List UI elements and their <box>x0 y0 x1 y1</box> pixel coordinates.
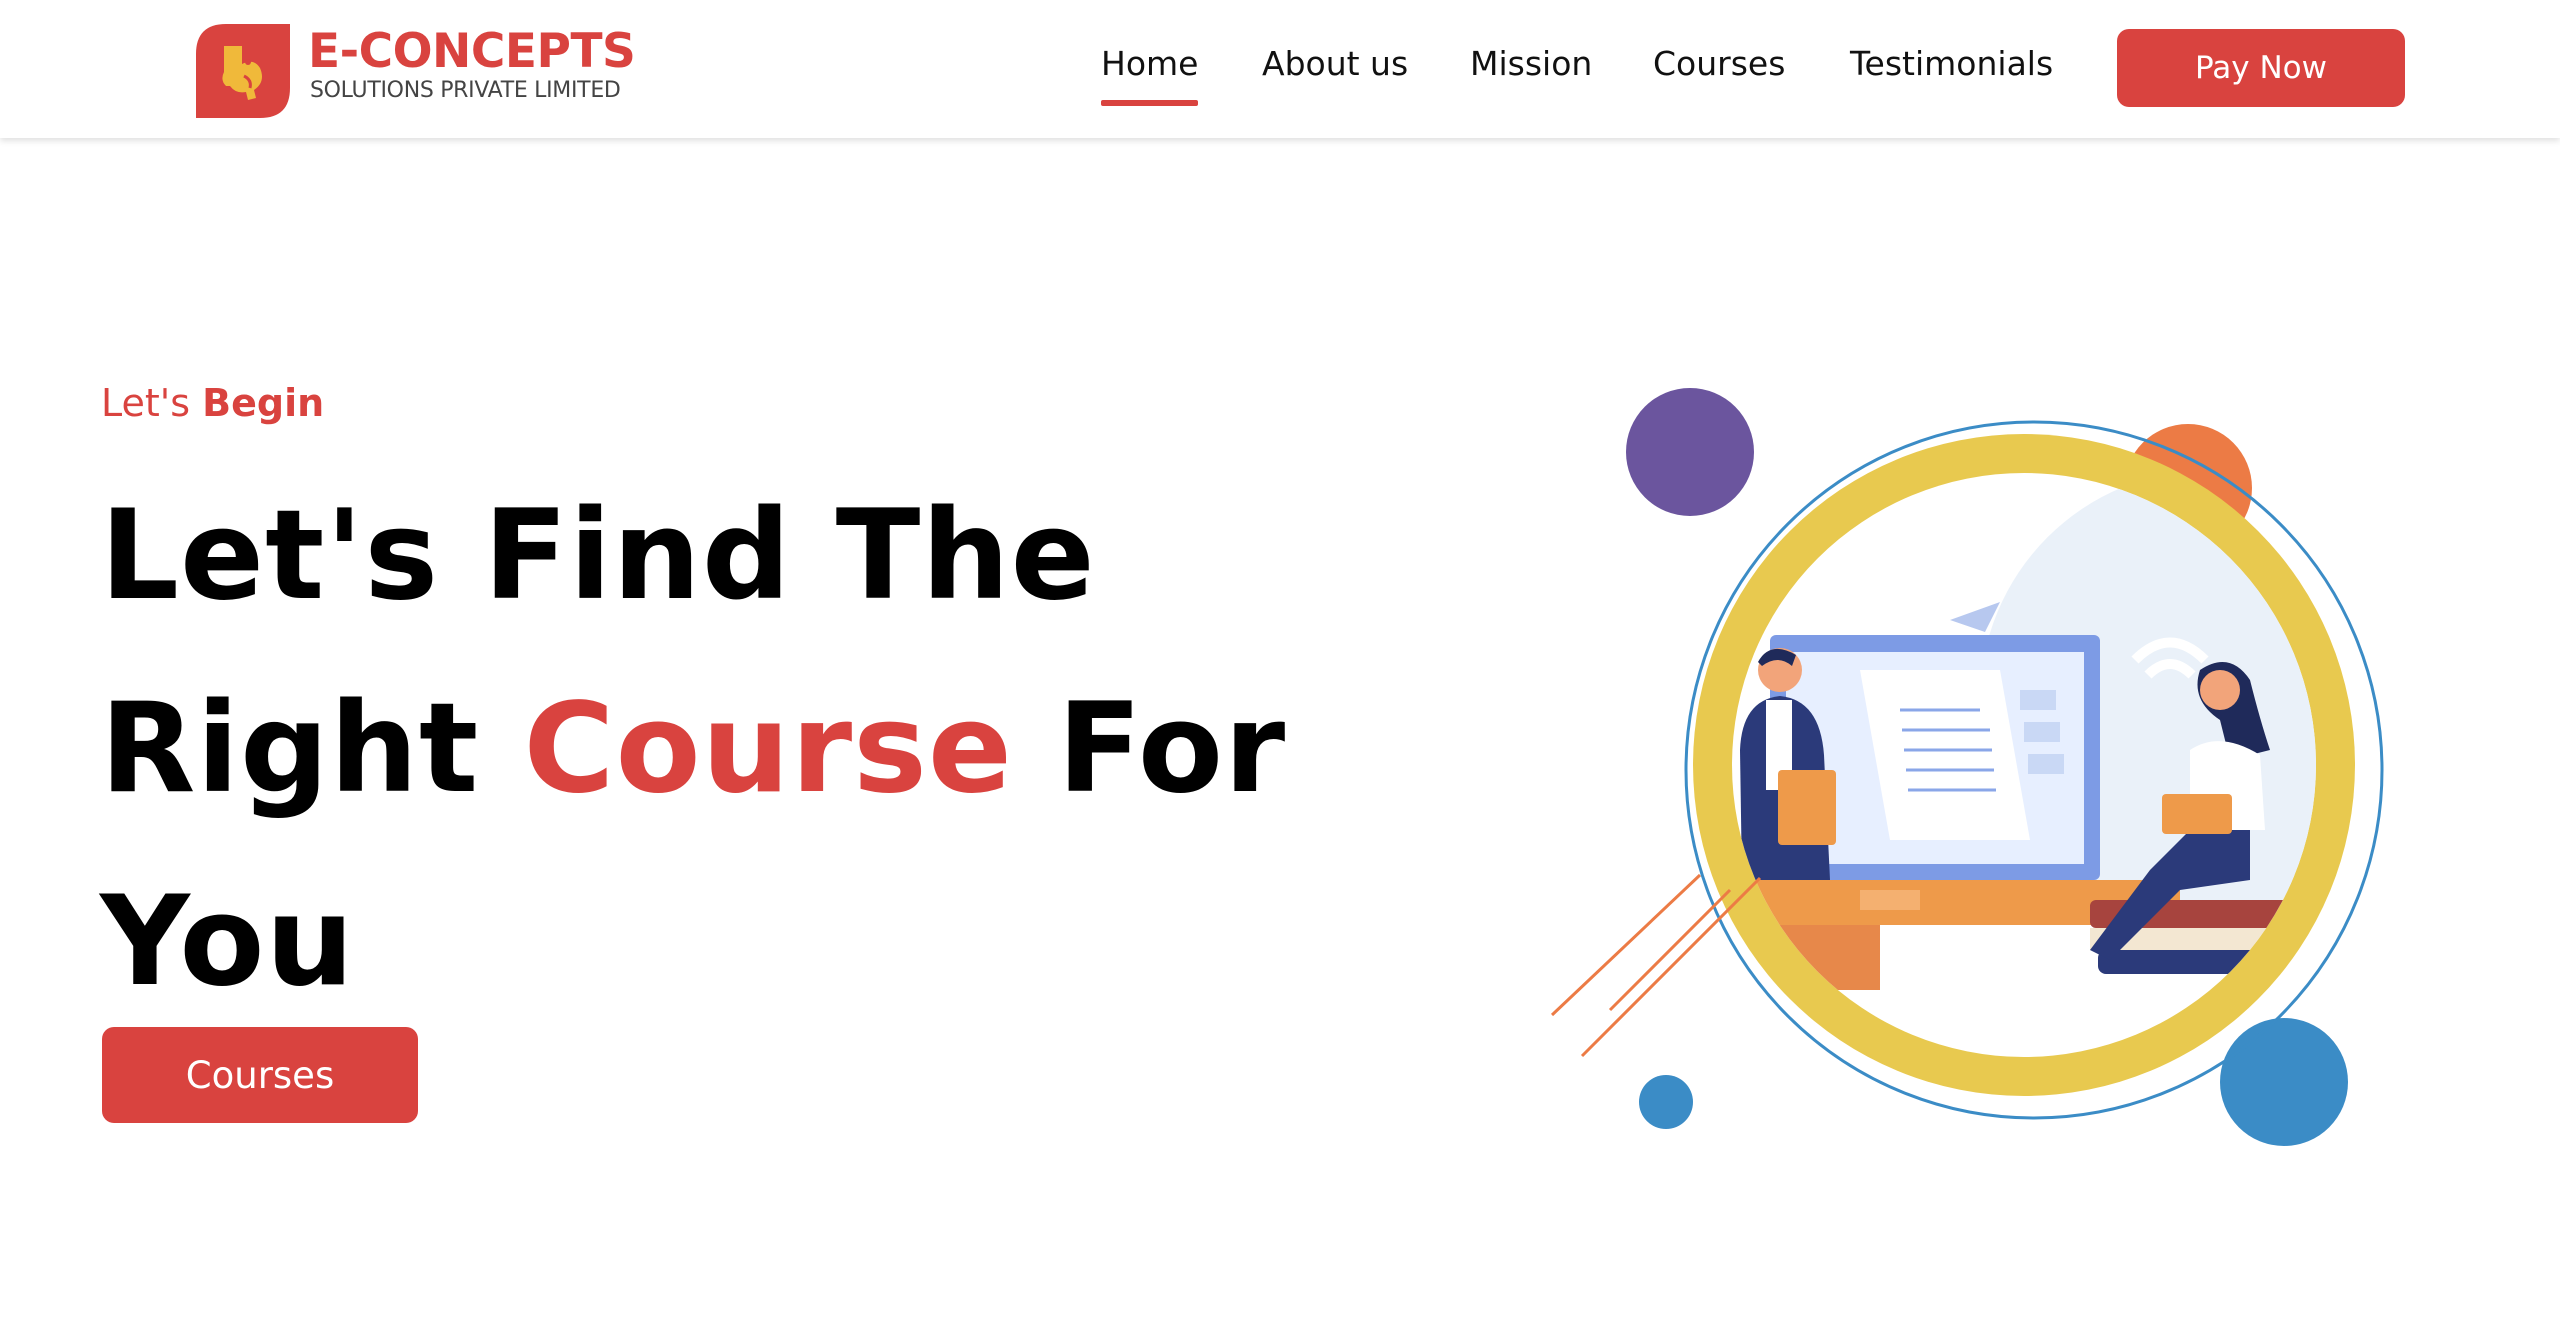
hero-title-line3: You <box>100 870 355 1014</box>
brand-subtitle: SOLUTIONS PRIVATE LIMITED <box>310 78 621 103</box>
hero-title-for: For <box>1057 677 1287 821</box>
pay-now-button[interactable]: Pay Now <box>2117 29 2405 107</box>
brand-logo[interactable]: E-CONCEPTS SOLUTIONS PRIVATE LIMITED <box>196 22 646 118</box>
nav-mission-label: Mission <box>1470 44 1593 83</box>
purple-circle <box>1626 388 1754 516</box>
nav-courses[interactable]: Courses <box>1653 44 1785 83</box>
hero-eyebrow: Let's Begin <box>101 381 324 425</box>
brand-name: E-CONCEPTS <box>308 24 636 79</box>
nav-mission[interactable]: Mission <box>1470 44 1592 83</box>
hero-title: Let's Find The Right Course For You <box>100 460 1300 1039</box>
site-header: E-CONCEPTS SOLUTIONS PRIVATE LIMITED Hom… <box>0 0 2560 138</box>
eyebrow-strong: Begin <box>202 381 325 425</box>
nav-courses-label: Courses <box>1653 44 1786 83</box>
hero-title-line1: Let's Find The <box>100 484 1096 628</box>
blue-circle-small <box>1639 1075 1693 1129</box>
online-learning-illustration <box>1550 388 2384 1146</box>
hero-title-right: Right <box>100 677 480 821</box>
active-nav-indicator <box>1101 100 1199 106</box>
courses-button[interactable]: Courses <box>102 1027 418 1123</box>
hero-title-accent: Course <box>523 677 1014 821</box>
nav-about-us[interactable]: About us <box>1262 44 1408 83</box>
nav-about-us-label: About us <box>1262 44 1409 83</box>
eyebrow-prefix: Let's <box>101 381 191 425</box>
nav-home-label: Home <box>1101 44 1199 83</box>
blue-circle-large <box>2220 1018 2348 1146</box>
nav-home[interactable]: Home <box>1101 44 1199 106</box>
nav-testimonials-label: Testimonials <box>1850 44 2054 83</box>
nav-testimonials[interactable]: Testimonials <box>1850 44 2053 83</box>
elephant-logo-icon <box>196 24 290 118</box>
